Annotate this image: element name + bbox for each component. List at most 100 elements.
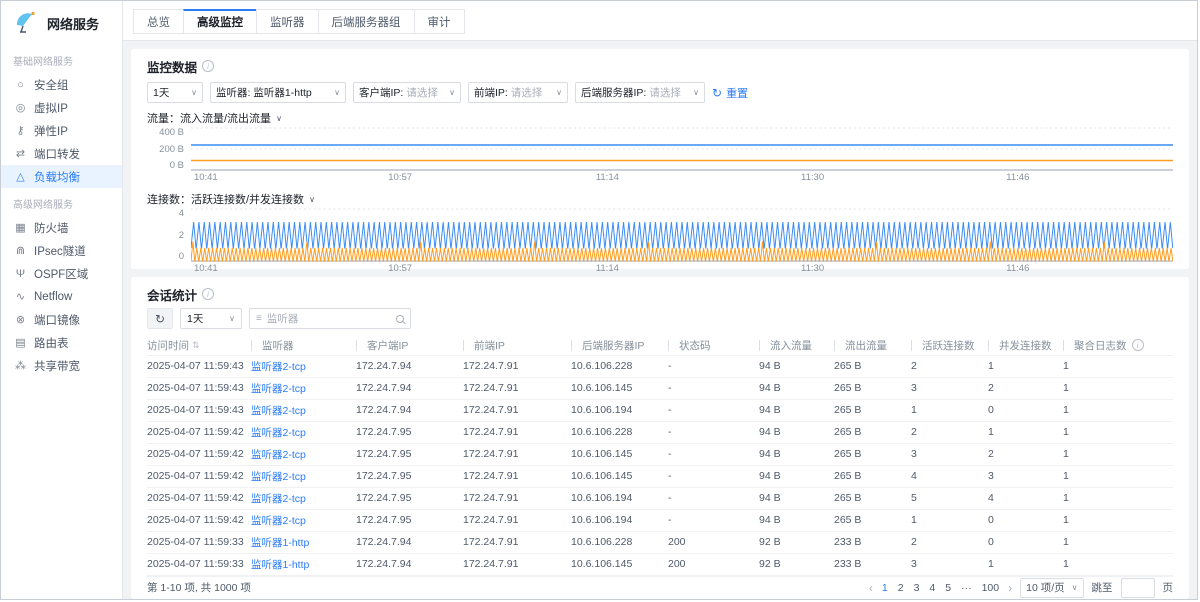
page-number[interactable]: 4 xyxy=(928,582,936,594)
next-page-icon[interactable]: › xyxy=(1008,581,1012,595)
page-number[interactable]: 100 xyxy=(981,582,1001,594)
page-number[interactable]: 5 xyxy=(944,582,952,594)
tab-audit[interactable]: 审计 xyxy=(414,9,465,34)
listener-search-input[interactable]: ≡ 监听器 xyxy=(249,308,411,329)
chevron-down-icon: ∨ xyxy=(188,88,197,97)
sessions-controls: ↻ 1天 ∨ ≡ 监听器 xyxy=(147,308,1173,329)
listener-link[interactable]: 监听器1-http xyxy=(251,559,309,571)
virtual-ip-icon: ◎ xyxy=(14,101,27,114)
search-icon[interactable] xyxy=(396,315,404,323)
listener-link[interactable]: 监听器1-http xyxy=(251,537,309,549)
sidebar-item-port-forwarding[interactable]: ⇄ 端口转发 xyxy=(1,142,122,165)
table-row: 2025-04-07 11:59:43监听器2-tcp172.24.7.9417… xyxy=(147,377,1173,399)
listener-link[interactable]: 监听器2-tcp xyxy=(251,361,306,373)
bandwidth-icon: ⁂ xyxy=(14,359,27,372)
sidebar-group-basic: 基础网络服务 xyxy=(1,45,122,73)
listener-select[interactable]: 监听器: 监听器1-http ∨ xyxy=(210,82,346,103)
traffic-chart: 400 B 200 B 0 B 10:4110:5711:1411:3011:4… xyxy=(147,127,1173,184)
table-row: 2025-04-07 11:59:33监听器1-http172.24.7.941… xyxy=(147,531,1173,553)
refresh-button[interactable]: ↻ xyxy=(147,308,173,329)
sidebar-item-firewall[interactable]: ▦ 防火墙 xyxy=(1,216,122,239)
netflow-icon: ∿ xyxy=(14,290,27,303)
listener-link[interactable]: 监听器2-tcp xyxy=(251,405,306,417)
firewall-icon: ▦ xyxy=(14,221,27,234)
chevron-down-icon: ∨ xyxy=(553,88,562,97)
tab-overview[interactable]: 总览 xyxy=(133,9,184,34)
page-ellipsis[interactable]: ··· xyxy=(960,582,973,594)
listener-link[interactable]: 监听器2-tcp xyxy=(251,427,306,439)
sessions-table-body: 2025-04-07 11:59:43监听器2-tcp172.24.7.9417… xyxy=(147,355,1173,575)
page-number[interactable]: 1 xyxy=(881,582,889,594)
info-icon: i xyxy=(202,288,214,300)
sidebar-item-virtual-ip[interactable]: ◎ 虚拟IP xyxy=(1,96,122,119)
listener-link[interactable]: 监听器2-tcp xyxy=(251,383,306,395)
backend-ip-select[interactable]: 后端服务器IP: 请选择 ∨ xyxy=(575,82,705,103)
shield-icon: ○ xyxy=(14,79,27,91)
sidebar-item-load-balancing[interactable]: △ 负载均衡 xyxy=(1,165,122,188)
listener-link[interactable]: 监听器2-tcp xyxy=(251,471,306,483)
pagination-summary: 第 1-10 项, 共 1000 项 xyxy=(147,580,251,595)
traffic-chart-label: 流量：流入流量/流出流量 xyxy=(147,110,271,126)
chevron-down-icon[interactable]: ∨ xyxy=(276,114,282,123)
listener-link[interactable]: 监听器2-tcp xyxy=(251,515,306,527)
sessions-title: 会话统计 xyxy=(147,285,197,304)
table-header-row: 访问时间⇅ 监听器 客户端IP 前端IP 后端服务器IP 状态码 流入流量 流出… xyxy=(147,335,1173,355)
table-row: 2025-04-07 11:59:42监听器2-tcp172.24.7.9517… xyxy=(147,443,1173,465)
listener-link[interactable]: 监听器2-tcp xyxy=(251,493,306,505)
connections-chart: 4 2 0 10:4110:5711:1411:3011:46 xyxy=(147,208,1173,275)
jump-page-input[interactable] xyxy=(1121,578,1155,598)
frontend-ip-select[interactable]: 前端IP: 请选择 ∨ xyxy=(468,82,568,103)
pagination: ‹ 1 2 3 4 5 ··· 100 › 10 项/页 ∨ 跳至 xyxy=(869,578,1173,598)
app-logo: 网络服务 xyxy=(1,1,122,45)
jump-label: 跳至 xyxy=(1092,580,1113,595)
tab-bar: 总览 高级监控 监听器 后端服务器组 审计 xyxy=(123,1,1197,41)
monitor-filters: 1天 ∨ 监听器: 监听器1-http ∨ 客户端IP: 请选择 ∨ 前端I xyxy=(147,82,1173,103)
chevron-down-icon: ∨ xyxy=(690,88,699,97)
app-title: 网络服务 xyxy=(47,14,99,33)
sidebar-item-security-group[interactable]: ○ 安全组 xyxy=(1,73,122,96)
sidebar-group-advanced: 高级网络服务 xyxy=(1,188,122,216)
tab-backend-groups[interactable]: 后端服务器组 xyxy=(318,9,415,34)
traffic-x-axis: 10:4110:5711:1411:3011:46 xyxy=(191,171,1173,184)
sidebar-item-ospf-area[interactable]: Ψ OSPF区域 xyxy=(1,262,122,285)
chevron-down-icon: ∨ xyxy=(331,88,340,97)
info-icon: i xyxy=(202,60,214,72)
tab-listeners[interactable]: 监听器 xyxy=(256,9,319,34)
satellite-dish-icon xyxy=(13,11,39,35)
app-window: 网络服务 基础网络服务 ○ 安全组 ◎ 虚拟IP ⚷ 弹性IP ⇄ 端口转发 △… xyxy=(0,0,1198,600)
sidebar-item-ipsec-tunnel[interactable]: ⋒ IPsec隧道 xyxy=(1,239,122,262)
sidebar-item-port-mirroring[interactable]: ⊗ 端口镜像 xyxy=(1,308,122,331)
sessions-time-range-select[interactable]: 1天 ∨ xyxy=(180,308,242,329)
client-ip-select[interactable]: 客户端IP: 请选择 ∨ xyxy=(353,82,461,103)
refresh-icon[interactable]: ↻ xyxy=(712,86,722,100)
sidebar-item-route-table[interactable]: ▤ 路由表 xyxy=(1,331,122,354)
filter-icon: ≡ xyxy=(256,313,262,324)
page-number[interactable]: 3 xyxy=(913,582,921,594)
tab-advanced-monitoring[interactable]: 高级监控 xyxy=(183,9,257,34)
listener-link[interactable]: 监听器2-tcp xyxy=(251,449,306,461)
chevron-down-icon[interactable]: ∨ xyxy=(309,195,315,204)
traffic-plot xyxy=(191,127,1173,171)
chevron-down-icon: ∨ xyxy=(226,314,235,323)
session-stats-card: 会话统计 i ↻ 1天 ∨ ≡ 监听器 xyxy=(131,277,1189,599)
table-row: 2025-04-07 11:59:42监听器2-tcp172.24.7.9517… xyxy=(147,421,1173,443)
sidebar-item-shared-bandwidth[interactable]: ⁂ 共享带宽 xyxy=(1,354,122,377)
connections-x-axis: 10:4110:5711:1411:3011:46 xyxy=(191,262,1173,275)
time-range-select[interactable]: 1天 ∨ xyxy=(147,82,203,103)
monitor-data-card: 监控数据 i 1天 ∨ 监听器: 监听器1-http ∨ 客户端IP: xyxy=(131,49,1189,269)
ospf-icon: Ψ xyxy=(14,268,27,280)
port-mirror-icon: ⊗ xyxy=(14,313,27,326)
info-icon: i xyxy=(1132,339,1144,351)
prev-page-icon[interactable]: ‹ xyxy=(869,581,873,595)
chevron-down-icon: ∨ xyxy=(446,88,455,97)
reset-link[interactable]: 重置 xyxy=(726,85,748,101)
page-content: 监控数据 i 1天 ∨ 监听器: 监听器1-http ∨ 客户端IP: xyxy=(123,41,1197,599)
jump-suffix: 页 xyxy=(1163,580,1174,595)
page-number[interactable]: 2 xyxy=(897,582,905,594)
page-size-select[interactable]: 10 项/页 ∨ xyxy=(1020,578,1083,598)
sort-icon[interactable]: ⇅ xyxy=(192,340,200,351)
table-row: 2025-04-07 11:59:43监听器2-tcp172.24.7.9417… xyxy=(147,355,1173,377)
ipsec-icon: ⋒ xyxy=(14,244,27,257)
sidebar-item-elastic-ip[interactable]: ⚷ 弹性IP xyxy=(1,119,122,142)
sidebar-item-netflow[interactable]: ∿ Netflow xyxy=(1,285,122,308)
